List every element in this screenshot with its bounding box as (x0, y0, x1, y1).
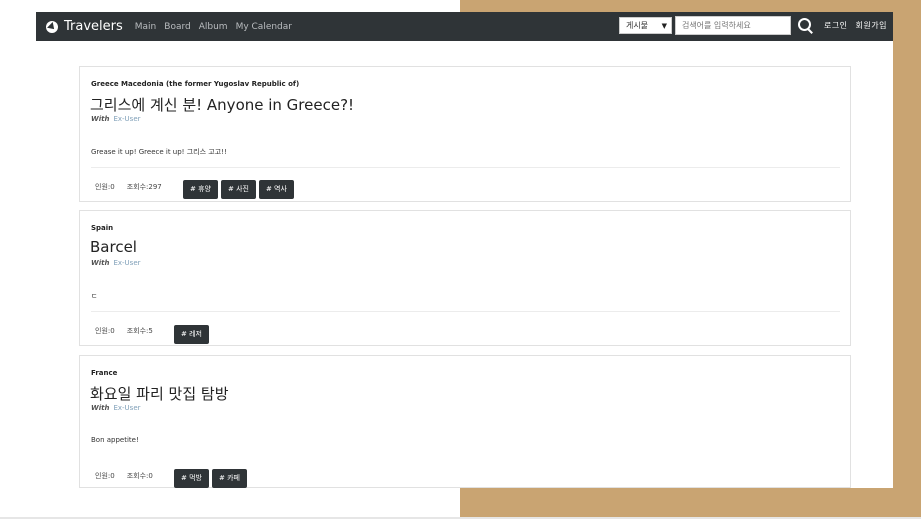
post-divider (91, 167, 840, 168)
with-label: With (91, 404, 110, 412)
nav-link-board[interactable]: Board (164, 22, 190, 32)
post-tags: # 휴양 # 사진 # 역사 (183, 180, 297, 199)
with-label: With (91, 115, 110, 123)
search-category-select[interactable]: 게시물 ▼ (618, 17, 672, 34)
tag-button[interactable]: # 먹방 (174, 469, 209, 488)
post-with: With Ex-User (91, 259, 141, 267)
post-body: ㄷ (91, 292, 98, 300)
tag-button[interactable]: # 사진 (220, 180, 256, 199)
brand-name: Travelers (64, 19, 123, 34)
post-with: With Ex-User (91, 404, 141, 412)
people-count: 인원:0 (95, 327, 115, 335)
post-with: With Ex-User (91, 115, 141, 123)
with-user[interactable]: Ex-User (113, 115, 140, 123)
tag-button[interactable]: # 카페 (211, 469, 247, 488)
post-body: Grease it up! Greece it up! 그리스 고고!! (91, 148, 227, 156)
search-input[interactable] (674, 16, 791, 35)
people-count: 인원:0 (95, 472, 115, 480)
with-user[interactable]: Ex-User (113, 404, 140, 412)
search-button[interactable] (797, 17, 815, 35)
post-divider (91, 311, 840, 312)
people-count: 인원:0 (95, 183, 115, 191)
with-user[interactable]: Ex-User (113, 259, 140, 267)
view-count: 조회수:0 (126, 472, 153, 480)
nav-link-calendar[interactable]: My Calendar (236, 22, 292, 32)
signup-link[interactable]: 회원가입 (856, 20, 887, 31)
tag-button[interactable]: # 역사 (258, 180, 294, 199)
post-card[interactable]: Spain Barcel With Ex-User ㄷ 인원:0 조회수:5 # … (79, 210, 851, 346)
select-value: 게시물 (625, 21, 649, 30)
login-link[interactable]: 로그인 (824, 20, 848, 31)
nav-right-group: 게시물 ▼ 로그인 회원가입 (618, 16, 887, 35)
post-meta: 인원:0 조회수:297 (95, 182, 162, 192)
post-title[interactable]: Barcel (90, 238, 137, 256)
caret-down-icon: ▼ (661, 21, 667, 30)
post-title[interactable]: 화요일 파리 맛집 탐방 (90, 383, 229, 404)
post-tags: # 레저 (174, 325, 212, 344)
search-icon-handle (807, 27, 813, 34)
post-tags: # 먹방 # 카페 (174, 469, 250, 488)
post-body: Bon appetite! (91, 436, 139, 444)
view-count: 조회수:5 (126, 327, 153, 335)
tag-button[interactable]: # 레저 (174, 325, 209, 344)
view-count: 조회수:297 (126, 183, 162, 191)
nav-link-album[interactable]: Album (199, 22, 228, 32)
compass-icon (46, 20, 58, 33)
post-title[interactable]: 그리스에 계신 분! Anyone in Greece?! (90, 94, 354, 115)
post-country: France (91, 369, 118, 377)
post-meta: 인원:0 조회수:0 (95, 471, 153, 481)
post-meta: 인원:0 조회수:5 (95, 326, 153, 336)
with-label: With (91, 259, 110, 267)
post-card[interactable]: France 화요일 파리 맛집 탐방 With Ex-User Bon appe… (79, 355, 851, 488)
post-country: Greece Macedonia (the former Yugoslav Re… (91, 80, 300, 88)
brand-link[interactable]: Travelers (46, 19, 123, 34)
nav-link-main[interactable]: Main (135, 22, 157, 32)
navbar: Travelers Main Board Album My Calendar 게… (36, 12, 893, 41)
tag-button[interactable]: # 휴양 (183, 180, 218, 199)
post-country: Spain (91, 224, 114, 232)
post-card[interactable]: Greece Macedonia (the former Yugoslav Re… (79, 66, 851, 202)
